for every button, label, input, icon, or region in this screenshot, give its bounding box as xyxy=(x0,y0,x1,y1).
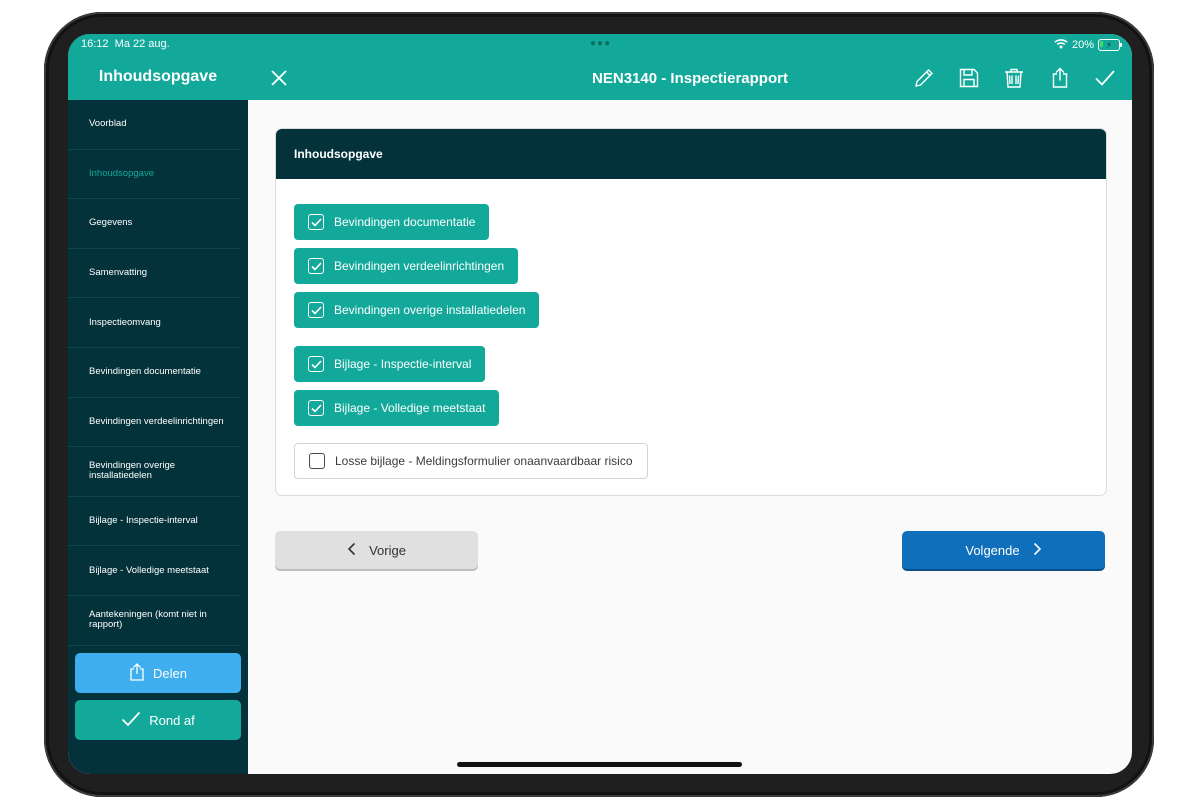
sidebar-item[interactable]: Bevindingen overige installatiedelen xyxy=(68,447,241,497)
option-checkbox[interactable]: Bevindingen documentatie xyxy=(294,204,490,240)
option-label: Bevindingen verdeelinrichtingen xyxy=(334,259,505,273)
sidebar-item-label: Inhoudsopgave xyxy=(89,167,154,179)
sidebar-item-label: Aantekeningen (komt niet in rapport) xyxy=(89,609,207,631)
sidebar-title: Inhoudsopgave xyxy=(98,68,218,85)
sidebar-list: Voorblad Inhoudsopgave Gegevens Samenvattin… xyxy=(68,100,248,646)
sidebar-item[interactable]: Samenvatting xyxy=(68,249,241,299)
sidebar-item[interactable]: Inhoudsopgave xyxy=(68,150,241,200)
option-label: Bevindingen documentatie xyxy=(334,215,476,229)
checkmark-icon[interactable] xyxy=(1093,66,1117,90)
option-label: Bevindingen overige installatiedelen xyxy=(334,303,526,317)
sidebar-item-label: Bijlage - Inspectie-interval xyxy=(89,515,198,527)
share-button[interactable]: Delen xyxy=(75,653,241,693)
sidebar-item[interactable]: Aantekeningen (komt niet in rapport) xyxy=(68,596,241,646)
page-title: NEN3140 - Inspectierapport xyxy=(592,70,788,87)
contents-card: Inhoudsopgave Bevindingen documentatie Be… xyxy=(275,128,1107,496)
chevron-right-icon xyxy=(1032,542,1042,559)
option-label: Losse bijlage - Meldingsformulier onaanv… xyxy=(335,454,633,468)
status-indicators: 20% ⚡ xyxy=(1054,38,1122,52)
sidebar-item-label: Bevindingen overige installatiedelen xyxy=(89,460,176,482)
checkbox-checked-icon xyxy=(308,214,324,230)
card-title: Inhoudsopgave xyxy=(276,129,1106,179)
multitasking-dots-icon[interactable]: ●●● xyxy=(590,38,611,49)
sidebar-item-label: Bijlage - Volledige meetstaat xyxy=(89,564,209,576)
next-button[interactable]: Volgende xyxy=(902,531,1105,569)
sidebar-item[interactable]: Bijlage - Inspectie-interval xyxy=(68,497,241,547)
screen: 16:12 Ma 22 aug. ●●● 20% ⚡ Inhoudsopgave… xyxy=(68,34,1132,774)
sidebar-item-label: Gegevens xyxy=(89,217,133,229)
sidebar-item-label: Inspectieomvang xyxy=(89,316,161,328)
option-label: Bijlage - Inspectie-interval xyxy=(334,357,472,371)
top-bar: NEN3140 - Inspectierapport xyxy=(248,34,1132,100)
sidebar-item[interactable]: Bijlage - Volledige meetstaat xyxy=(68,546,241,596)
sidebar-item-label: Bevindingen documentatie xyxy=(89,366,201,378)
trash-icon[interactable] xyxy=(1002,66,1026,90)
previous-button-label: Vorige xyxy=(369,542,406,558)
chevron-left-icon xyxy=(347,542,357,559)
option-checkbox[interactable]: Losse bijlage - Meldingsformulier onaanv… xyxy=(294,443,648,479)
checkbox-checked-icon xyxy=(308,356,324,372)
checkbox-checked-icon xyxy=(308,302,324,318)
pencil-icon[interactable] xyxy=(912,66,936,90)
sidebar: Inhoudsopgave Voorblad Inhoudsopgave Gegev… xyxy=(68,34,248,774)
battery-icon: ⚡ xyxy=(1098,39,1122,51)
battery-percentage: 20% xyxy=(1071,39,1094,51)
option-checkbox[interactable]: Bevindingen verdeelinrichtingen xyxy=(294,248,519,284)
share-icon xyxy=(129,662,145,684)
sidebar-item[interactable]: Voorblad xyxy=(68,100,241,150)
status-time: 16:12 Ma 22 aug. xyxy=(81,38,170,50)
sidebar-item[interactable]: Gegevens xyxy=(68,199,241,249)
checkbox-empty-icon xyxy=(309,453,325,469)
sidebar-item[interactable]: Bevindingen verdeelinrichtingen xyxy=(68,398,241,448)
home-indicator[interactable] xyxy=(457,762,742,767)
option-checkbox[interactable]: Bevindingen overige installatiedelen xyxy=(294,292,540,328)
sidebar-item-label: Bevindingen verdeelinrichtingen xyxy=(89,415,224,427)
save-icon[interactable] xyxy=(957,66,981,90)
wifi-icon xyxy=(1054,38,1068,52)
share-icon[interactable] xyxy=(1048,66,1072,90)
finish-button-label: Rond af xyxy=(149,712,195,728)
sidebar-item-label: Voorblad xyxy=(89,118,127,130)
option-label: Bijlage - Volledige meetstaat xyxy=(334,401,486,415)
previous-button[interactable]: Vorige xyxy=(275,531,478,569)
checkbox-checked-icon xyxy=(308,258,324,274)
sidebar-item-label: Samenvatting xyxy=(89,267,148,279)
sidebar-item[interactable]: Inspectieomvang xyxy=(68,298,241,348)
checkmark-icon xyxy=(121,711,141,730)
sidebar-item[interactable]: Bevindingen documentatie xyxy=(68,348,241,398)
finish-button[interactable]: Rond af xyxy=(75,700,241,740)
checkbox-checked-icon xyxy=(308,400,324,416)
option-checkbox[interactable]: Bijlage - Volledige meetstaat xyxy=(294,390,500,426)
next-button-label: Volgende xyxy=(965,542,1020,558)
option-checkbox[interactable]: Bijlage - Inspectie-interval xyxy=(294,346,486,382)
share-button-label: Delen xyxy=(153,665,187,681)
